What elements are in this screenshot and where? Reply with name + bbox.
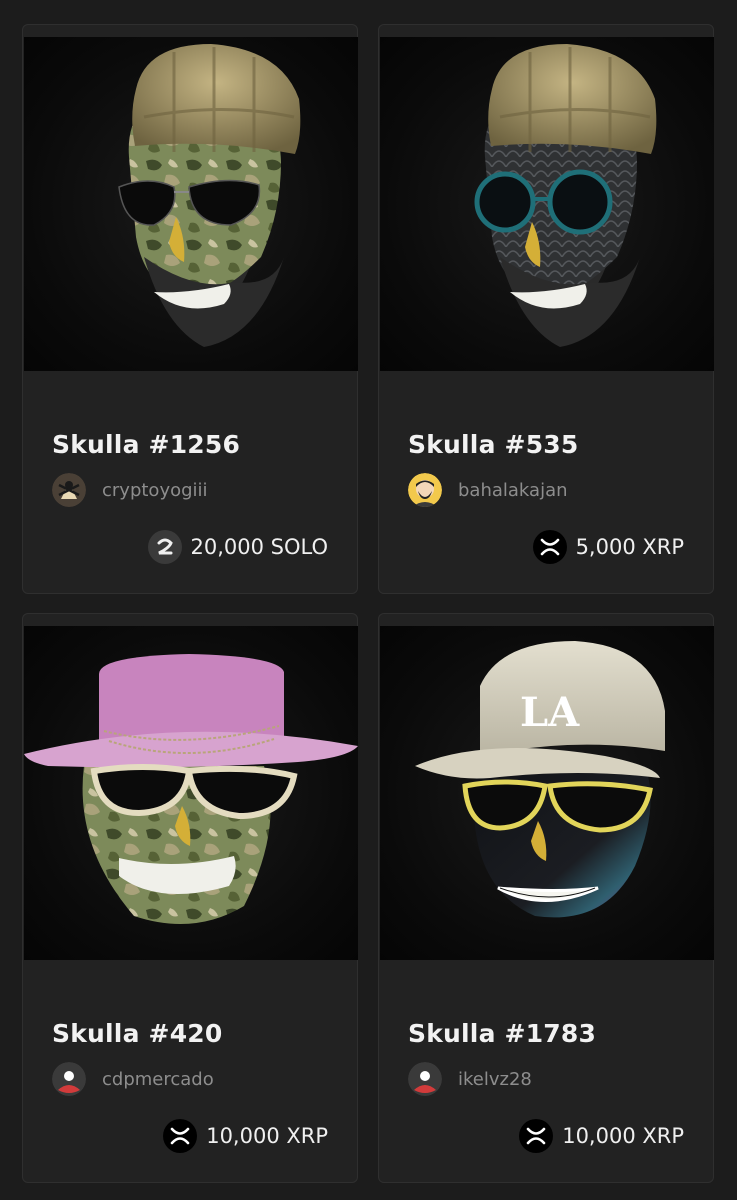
price-value: 10,000 XRP — [206, 1124, 328, 1148]
nft-image[interactable] — [380, 37, 714, 371]
default-user-avatar-icon — [408, 1062, 442, 1096]
owner-link[interactable]: bahalakajan — [408, 473, 568, 507]
nft-title[interactable]: Skulla #1783 — [408, 1019, 596, 1048]
xrp-token-icon — [519, 1119, 554, 1153]
price-tag: 5,000 XRP — [532, 529, 684, 565]
owner-name: ikelvz28 — [458, 1068, 532, 1090]
svg-text:LA: LA — [520, 689, 580, 736]
xrp-token-icon — [163, 1119, 198, 1153]
nft-card[interactable]: Skulla #420 cdpmercado 10,000 XRP — [22, 613, 358, 1183]
owner-name: cryptoyogiii — [102, 479, 208, 501]
bearded-man-avatar-icon — [408, 473, 442, 507]
price-value: 5,000 XRP — [575, 535, 684, 559]
price-tag: 10,000 XRP — [519, 1118, 684, 1154]
owner-link[interactable]: cryptoyogiii — [52, 473, 208, 507]
nft-grid: Skulla #1256 cryptoyogiii 20,000 SOLO Sk… — [0, 0, 737, 1200]
nft-image[interactable] — [24, 37, 358, 371]
nft-card[interactable]: Skulla #1256 cryptoyogiii 20,000 SOLO — [22, 24, 358, 594]
ninja-avatar-icon — [52, 473, 86, 507]
default-user-avatar-icon — [52, 1062, 86, 1096]
nft-image[interactable] — [24, 626, 358, 960]
nft-title[interactable]: Skulla #535 — [408, 430, 578, 459]
nft-title[interactable]: Skulla #420 — [52, 1019, 222, 1048]
price-value: 20,000 SOLO — [190, 535, 329, 559]
price-tag: 20,000 SOLO — [147, 529, 329, 565]
solo-token-icon — [147, 530, 182, 564]
nft-title[interactable]: Skulla #1256 — [52, 430, 240, 459]
nft-image[interactable]: LA — [380, 626, 714, 960]
nft-card[interactable]: Skulla #535 bahalakajan 5,000 XRP — [378, 24, 714, 594]
owner-name: cdpmercado — [102, 1068, 214, 1090]
skull-scales-beanie-illustration — [474, 44, 657, 347]
price-tag: 10,000 XRP — [163, 1118, 328, 1154]
skull-camo-brim-hat-illustration — [24, 654, 358, 924]
price-value: 10,000 XRP — [562, 1124, 684, 1148]
owner-link[interactable]: ikelvz28 — [408, 1062, 532, 1096]
xrp-token-icon — [532, 530, 567, 564]
nft-card[interactable]: LA Skulla #1783 ikelvz28 10,000 XRP — [378, 613, 714, 1183]
skull-camo-beanie-illustration — [118, 44, 301, 347]
owner-link[interactable]: cdpmercado — [52, 1062, 214, 1096]
skull-la-cap-illustration: LA — [415, 641, 665, 918]
owner-name: bahalakajan — [458, 479, 568, 501]
